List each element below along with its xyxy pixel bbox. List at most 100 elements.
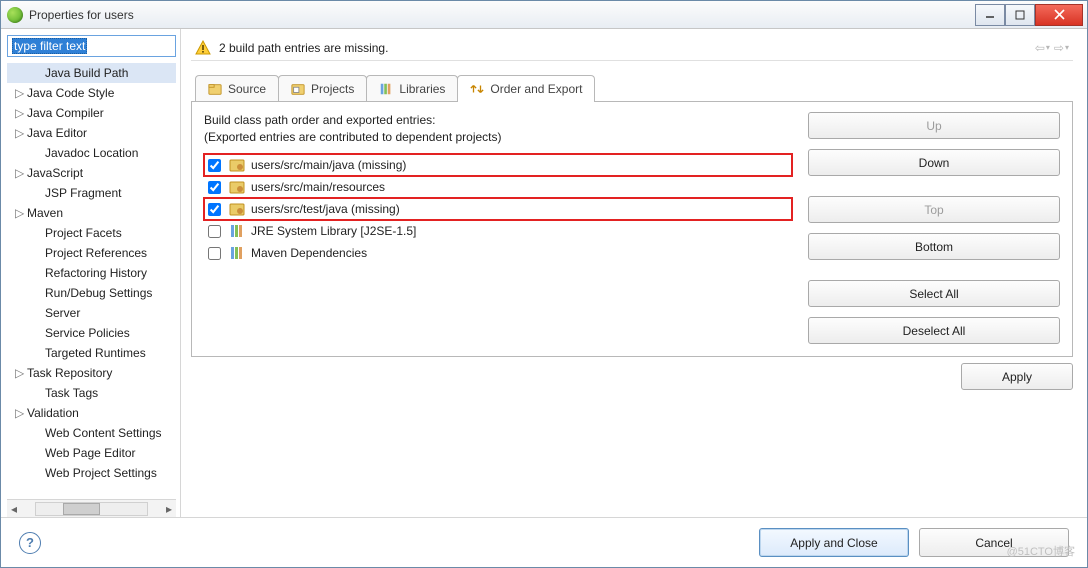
tab-label: Projects (311, 82, 354, 96)
tree-item-label: Maven (27, 206, 63, 220)
window-title: Properties for users (29, 8, 969, 22)
maximize-button[interactable] (1005, 4, 1035, 26)
tree-twisty-icon: ▷ (15, 106, 27, 120)
help-icon[interactable]: ? (19, 532, 41, 554)
tree-item-label: Task Tags (45, 386, 98, 400)
warning-icon (195, 40, 211, 56)
tree-item-label: Project Facets (45, 226, 122, 240)
scroll-left-icon[interactable]: ◂ (7, 502, 21, 516)
minimize-button[interactable] (975, 4, 1005, 26)
filter-input[interactable]: type filter text (7, 35, 176, 57)
classpath-entry[interactable]: users/src/main/resources (204, 176, 792, 198)
tree-item-label: Java Editor (27, 126, 87, 140)
nav-forward-icon[interactable]: ⇨▾ (1054, 41, 1069, 55)
order-description: Build class path order and exported entr… (204, 112, 792, 146)
scrollbar-thumb[interactable] (63, 503, 101, 515)
tree-twisty-icon: ▷ (15, 406, 27, 420)
scrollbar-track[interactable] (35, 502, 148, 516)
tree-item[interactable]: ▷Task Repository (7, 363, 176, 383)
main-panel: 2 build path entries are missing. ⇦▾ ⇨▾ … (181, 29, 1087, 517)
category-tree[interactable]: Java Build Path▷Java Code Style▷Java Com… (7, 63, 176, 499)
dialog-footer: ? Apply and Close Cancel (1, 517, 1087, 567)
classpath-entries-list[interactable]: users/src/main/java (missing) users/src/m… (204, 154, 792, 264)
entry-checkbox[interactable] (208, 247, 221, 260)
scroll-right-icon[interactable]: ▸ (162, 502, 176, 516)
tab-projects[interactable]: Projects (278, 75, 367, 101)
tree-item[interactable]: Project References (7, 243, 176, 263)
top-button[interactable]: Top (808, 196, 1060, 223)
tree-item[interactable]: Web Content Settings (7, 423, 176, 443)
tree-item-label: Web Page Editor (45, 446, 136, 460)
tab-libraries[interactable]: Libraries (366, 75, 458, 101)
tree-twisty-icon: ▷ (15, 166, 27, 180)
apply-button[interactable]: Apply (961, 363, 1073, 390)
tab-source[interactable]: Source (195, 75, 279, 101)
tree-item-label: Project References (45, 246, 147, 260)
library-icon (229, 223, 245, 239)
tree-item[interactable]: Web Page Editor (7, 443, 176, 463)
tree-item-label: Service Policies (45, 326, 130, 340)
select-all-button[interactable]: Select All (808, 280, 1060, 307)
tree-item[interactable]: Targeted Runtimes (7, 343, 176, 363)
tree-item[interactable]: ▷Validation (7, 403, 176, 423)
tree-item[interactable]: ▷JavaScript (7, 163, 176, 183)
tab-label: Order and Export (490, 82, 582, 96)
entry-checkbox[interactable] (208, 159, 221, 172)
tree-item-label: Targeted Runtimes (45, 346, 146, 360)
entry-label: users/src/main/resources (251, 180, 385, 194)
tree-item[interactable]: JSP Fragment (7, 183, 176, 203)
classpath-entry[interactable]: users/src/test/java (missing) (204, 198, 792, 220)
tree-item[interactable]: Task Tags (7, 383, 176, 403)
tree-item[interactable]: ▷Maven (7, 203, 176, 223)
libraries-icon (379, 82, 393, 96)
tree-item-label: Java Code Style (27, 86, 114, 100)
tree-item[interactable]: Web Project Settings (7, 463, 176, 483)
tree-twisty-icon: ▷ (15, 206, 27, 220)
source-folder-icon (208, 82, 222, 96)
tree-item[interactable]: Server (7, 303, 176, 323)
tree-item-label: Task Repository (27, 366, 112, 380)
tree-item-label: Java Compiler (27, 106, 104, 120)
tab-order[interactable]: Order and Export (457, 75, 595, 101)
up-button[interactable]: Up (808, 112, 1060, 139)
entry-label: users/src/main/java (missing) (251, 158, 406, 172)
tree-item-label: Javadoc Location (45, 146, 138, 160)
entry-checkbox[interactable] (208, 181, 221, 194)
apply-and-close-button[interactable]: Apply and Close (759, 528, 909, 557)
down-button[interactable]: Down (808, 149, 1060, 176)
package-folder-icon (229, 157, 245, 173)
tree-item[interactable]: Service Policies (7, 323, 176, 343)
deselect-all-button[interactable]: Deselect All (808, 317, 1060, 344)
order-export-panel: Build class path order and exported entr… (191, 102, 1073, 357)
bottom-button[interactable]: Bottom (808, 233, 1060, 260)
tree-item[interactable]: ▷Java Editor (7, 123, 176, 143)
watermark-text: @51CTO博客 (1007, 543, 1075, 559)
close-button[interactable] (1035, 4, 1083, 26)
tree-twisty-icon: ▷ (15, 126, 27, 140)
dialog-body: type filter text Java Build Path▷Java Co… (1, 29, 1087, 517)
entry-checkbox[interactable] (208, 203, 221, 216)
entry-label: Maven Dependencies (251, 246, 367, 260)
tree-item[interactable]: ▷Java Compiler (7, 103, 176, 123)
tree-item-label: Refactoring History (45, 266, 147, 280)
tree-item-label: JSP Fragment (45, 186, 121, 200)
tree-item[interactable]: Project Facets (7, 223, 176, 243)
classpath-entry[interactable]: Maven Dependencies (204, 242, 792, 264)
tree-item[interactable]: ▷Java Code Style (7, 83, 176, 103)
tree-item[interactable]: Java Build Path (7, 63, 176, 83)
classpath-entry[interactable]: JRE System Library [J2SE-1.5] (204, 220, 792, 242)
classpath-entry[interactable]: users/src/main/java (missing) (204, 154, 792, 176)
tab-label: Source (228, 82, 266, 96)
entry-checkbox[interactable] (208, 225, 221, 238)
tree-twisty-icon: ▷ (15, 86, 27, 100)
library-icon (229, 245, 245, 261)
eclipse-app-icon (7, 7, 23, 23)
package-folder-icon (229, 201, 245, 217)
tree-item[interactable]: Refactoring History (7, 263, 176, 283)
tree-twisty-icon: ▷ (15, 366, 27, 380)
nav-back-icon[interactable]: ⇦▾ (1035, 41, 1050, 55)
tab-label: Libraries (399, 82, 445, 96)
tree-item[interactable]: Run/Debug Settings (7, 283, 176, 303)
sidebar-hscrollbar[interactable]: ◂ ▸ (7, 499, 176, 517)
tree-item[interactable]: Javadoc Location (7, 143, 176, 163)
